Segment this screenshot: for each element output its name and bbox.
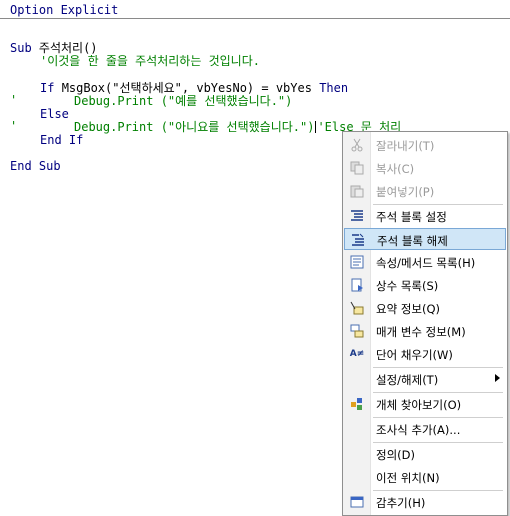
menu-item-label: 감추기(H) xyxy=(376,496,426,510)
menu-item-list-constants[interactable]: 상수 목록(S) xyxy=(344,274,506,296)
menu-item-quick-info[interactable]: 요약 정보(Q) xyxy=(344,297,506,319)
menu-item-label: 설정/해제(T) xyxy=(376,373,439,387)
paste-icon xyxy=(349,183,365,199)
menu-item-label: 붙여넣기(P) xyxy=(376,185,435,199)
cut-icon xyxy=(349,137,365,153)
code-line-end-if[interactable]: End If xyxy=(40,134,83,147)
menu-item-complete-word[interactable]: A≠ 단어 채우기(W) xyxy=(344,343,506,365)
menu-item-last-position[interactable]: 이전 위치(N) xyxy=(344,466,506,488)
menu-item-label: 요약 정보(Q) xyxy=(376,302,440,316)
menu-item-label: 정의(D) xyxy=(376,448,415,462)
quick-info-icon xyxy=(349,300,365,316)
comment-mark-1: ' xyxy=(10,93,18,107)
menu-item-cut[interactable]: 잘라내기(T) xyxy=(344,134,506,156)
menu-item-label: 이전 위치(N) xyxy=(376,471,440,485)
keyword-then: Then xyxy=(319,81,349,95)
list-members-icon xyxy=(349,254,365,270)
menu-item-label: 주석 블록 해제 xyxy=(377,234,448,248)
menu-item-paste[interactable]: 붙여넣기(P) xyxy=(344,180,506,202)
menu-item-hide[interactable]: 감추기(H) xyxy=(344,491,506,513)
menu-item-object-browser[interactable]: 개체 찾아보기(O) xyxy=(344,393,506,415)
menu-item-label: 복사(C) xyxy=(376,162,415,176)
menu-item-label: 조사식 추가(A)... xyxy=(376,423,461,437)
menu-item-parameter-info[interactable]: 매개 변수 정보(M) xyxy=(344,320,506,342)
menu-item-label: 단어 채우기(W) xyxy=(376,348,453,362)
procedure-separator xyxy=(0,18,510,19)
keyword-if: If xyxy=(40,81,62,95)
menu-item-toggle[interactable]: 설정/해제(T) xyxy=(344,368,506,390)
menu-item-label: 속성/메서드 목록(H) xyxy=(376,256,476,270)
uncomment-block-icon xyxy=(350,232,366,248)
code-line-else[interactable]: Else xyxy=(40,108,69,121)
context-menu: 잘라내기(T) 복사(C) 붙여넣기(P) 주석 블록 설정 주석 블록 해제 … xyxy=(342,131,508,516)
menu-item-label: 개체 찾아보기(O) xyxy=(376,398,462,412)
declarations-line[interactable]: Option Explicit xyxy=(10,3,118,17)
object-browser-icon xyxy=(349,396,365,412)
procedure-name: 주석처리() xyxy=(38,41,98,55)
menu-item-list-members[interactable]: 속성/메서드 목록(H) xyxy=(344,251,506,273)
code-line-debug-yes[interactable]: Debug.Print ("예를 선택했습니다.") xyxy=(74,95,292,108)
copy-icon xyxy=(349,160,365,176)
submenu-arrow-icon xyxy=(495,374,500,382)
keyword-sub: Sub xyxy=(10,41,39,55)
comment-mark-2: ' xyxy=(10,119,18,133)
menu-item-add-watch[interactable]: 조사식 추가(A)... xyxy=(344,418,506,440)
complete-word-icon: A≠ xyxy=(349,349,365,359)
list-constants-icon xyxy=(349,277,365,293)
menu-item-label: 매개 변수 정보(M) xyxy=(376,325,466,339)
debug-no-text: Debug.Print ("아니요를 선택했습니다.") xyxy=(74,120,315,134)
menu-item-definition[interactable]: 정의(D) xyxy=(344,443,506,465)
comment-block-icon xyxy=(349,208,365,224)
if-condition: MsgBox("선택하세요", vbYesNo) = vbYes xyxy=(61,81,320,95)
code-line-comment[interactable]: '이것을 한 줄을 주석처리하는 것입니다. xyxy=(40,55,260,68)
menu-item-label: 상수 목록(S) xyxy=(376,279,439,293)
menu-item-copy[interactable]: 복사(C) xyxy=(344,157,506,179)
hide-icon xyxy=(349,494,365,510)
menu-item-label: 주석 블록 설정 xyxy=(376,210,447,224)
code-line-end-sub[interactable]: End Sub xyxy=(10,160,61,173)
parameter-info-icon xyxy=(349,323,365,339)
menu-item-label: 잘라내기(T) xyxy=(376,139,435,153)
menu-item-uncomment-block[interactable]: 주석 블록 해제 xyxy=(344,228,506,250)
menu-item-comment-block[interactable]: 주석 블록 설정 xyxy=(344,205,506,227)
